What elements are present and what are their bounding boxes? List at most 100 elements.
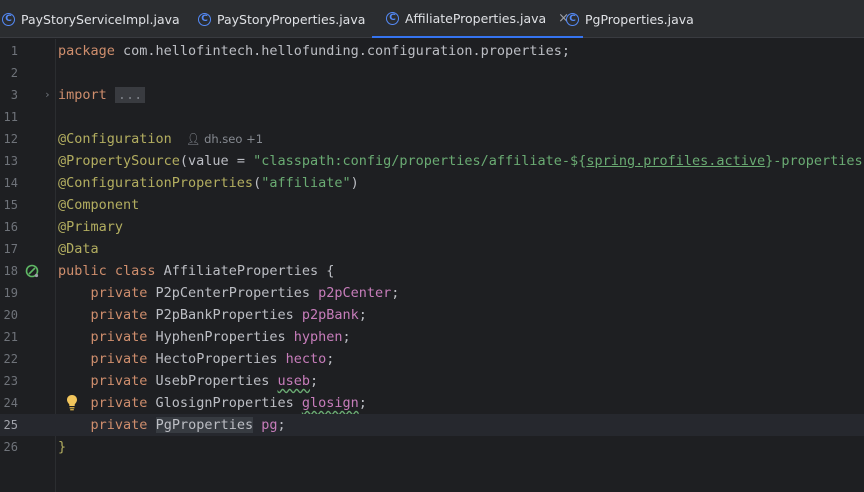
code-line: 19 private P2pCenterProperties p2pCenter… <box>0 282 864 304</box>
type-name: P2pBankProperties <box>147 307 302 323</box>
line-number: 11 <box>3 110 18 124</box>
code-line-current: 25 private PgProperties pg; <box>0 414 864 436</box>
code-line: 22 private HectoProperties hecto; <box>0 348 864 370</box>
line-number: 18 <box>3 264 18 278</box>
class-declaration: AffiliateProperties { <box>155 263 335 279</box>
semicolon: ; <box>277 417 286 433</box>
closing-brace: } <box>58 439 67 455</box>
code-text: (value = <box>179 153 254 169</box>
keyword: private <box>90 307 148 323</box>
code-line: 16 @Primary <box>0 216 864 238</box>
line-number: 17 <box>3 242 18 256</box>
field-name: pg <box>261 417 278 433</box>
code-line: 2 <box>0 62 864 84</box>
class-icon: C <box>386 11 399 25</box>
type-name: P2pCenterProperties <box>147 285 319 301</box>
line-number: 21 <box>3 330 18 344</box>
type-name: HyphenProperties <box>147 329 294 345</box>
line-number: 14 <box>3 176 18 190</box>
field-name: p2pCenter <box>318 285 392 301</box>
semicolon: ; <box>309 373 319 389</box>
semicolon: ; <box>342 329 351 345</box>
import-keyword: import <box>58 87 107 103</box>
code-text: ( <box>253 175 262 191</box>
user-icon: 👤︎ <box>185 132 201 146</box>
code-line: 20 private P2pBankProperties p2pBank; <box>0 304 864 326</box>
semicolon: ; <box>358 307 367 323</box>
line-number: 26 <box>3 440 18 454</box>
keyword: private <box>90 417 148 433</box>
line-number: 22 <box>3 352 18 366</box>
annotation: @PropertySource <box>58 153 180 169</box>
keyword: private <box>90 329 148 345</box>
code-line: 14 @ConfigurationProperties("affiliate") <box>0 172 864 194</box>
fold-arrow-icon[interactable]: › <box>44 84 51 106</box>
semicolon: ; <box>358 395 367 411</box>
keyword: public class <box>58 263 156 279</box>
class-icon: C <box>198 12 211 26</box>
spring-bean-icon[interactable] <box>25 264 39 278</box>
line-number: 19 <box>3 286 18 300</box>
tab-label: AffiliateProperties.java <box>405 10 547 26</box>
line-number: 12 <box>3 132 18 146</box>
type-name: GlosignProperties <box>147 395 302 411</box>
string-literal: "affiliate" <box>261 175 351 191</box>
code-text: ) <box>350 175 359 191</box>
line-number: 1 <box>10 44 18 58</box>
package-keyword: package <box>58 43 115 59</box>
type-name-highlighted[interactable]: PgProperties <box>155 417 254 433</box>
annotation: @Primary <box>58 219 124 235</box>
tab-paystoryserviceimpl[interactable]: C PayStoryServiceImpl.java <box>2 0 180 38</box>
semicolon: ; <box>326 351 335 367</box>
code-line: 12 @Configuration 👤︎ dh.seo +1 <box>0 128 864 150</box>
editor-tab-bar: C PayStoryServiceImpl.java C PayStoryPro… <box>0 0 864 38</box>
author-label: dh.seo +1 <box>204 132 264 146</box>
keyword: private <box>90 395 148 411</box>
tab-label: PayStoryProperties.java <box>217 11 366 27</box>
package-name: com.hellofintech.hellofunding.configurat… <box>114 43 571 59</box>
line-number: 25 <box>3 418 18 432</box>
tab-affiliateproperties[interactable]: C AffiliateProperties.java × <box>372 0 584 38</box>
field-name: glosign <box>301 395 359 411</box>
field-name: hecto <box>285 351 327 367</box>
tab-pgproperties[interactable]: C PgProperties.java <box>566 0 694 38</box>
field-name: hyphen <box>293 329 343 345</box>
semicolon: ; <box>391 285 400 301</box>
tab-label: PayStoryServiceImpl.java <box>21 11 180 27</box>
code-line: 13 @PropertySource(value = "classpath:co… <box>0 150 864 172</box>
class-icon: C <box>566 12 579 26</box>
code-editor[interactable]: 1 package com.hellofintech.hellofunding.… <box>0 39 864 492</box>
author-hint[interactable]: 👤︎ dh.seo +1 <box>186 132 263 146</box>
line-number: 20 <box>3 308 18 322</box>
class-icon: C <box>2 12 15 26</box>
line-number: 13 <box>3 154 18 168</box>
keyword: private <box>90 351 148 367</box>
code-line: 11 <box>0 106 864 128</box>
tab-label: PgProperties.java <box>585 11 694 27</box>
keyword: private <box>90 373 148 389</box>
type-name: UsebProperties <box>147 373 278 389</box>
line-number: 15 <box>3 198 18 212</box>
string-literal: }-properties.y <box>765 153 864 169</box>
annotation: @ConfigurationProperties <box>58 175 254 191</box>
code-line: 21 private HyphenProperties hyphen; <box>0 326 864 348</box>
line-number: 23 <box>3 374 18 388</box>
code-line: 23 private UsebProperties useb; <box>0 370 864 392</box>
folded-imports[interactable]: ... <box>114 87 146 103</box>
string-literal: "classpath:config/properties/affiliate-$… <box>253 153 587 169</box>
keyword: private <box>90 285 148 301</box>
property-reference[interactable]: spring.profiles.active <box>586 153 765 169</box>
line-number: 3 <box>10 88 18 102</box>
code-line: 18 public class AffiliateProperties { <box>0 260 864 282</box>
code-line: 26 } <box>0 436 864 458</box>
type-name: HectoProperties <box>147 351 286 367</box>
tab-paystoryproperties[interactable]: C PayStoryProperties.java <box>198 0 365 38</box>
annotation: @Data <box>58 241 99 257</box>
line-number: 24 <box>3 396 18 410</box>
line-number: 16 <box>3 220 18 234</box>
code-line: 17 @Data <box>0 238 864 260</box>
field-name: p2pBank <box>301 307 359 323</box>
code-line: 15 @Component <box>0 194 864 216</box>
code-line: 24 private GlosignProperties glosign; <box>0 392 864 414</box>
code-line: 1 package com.hellofintech.hellofunding.… <box>0 40 864 62</box>
